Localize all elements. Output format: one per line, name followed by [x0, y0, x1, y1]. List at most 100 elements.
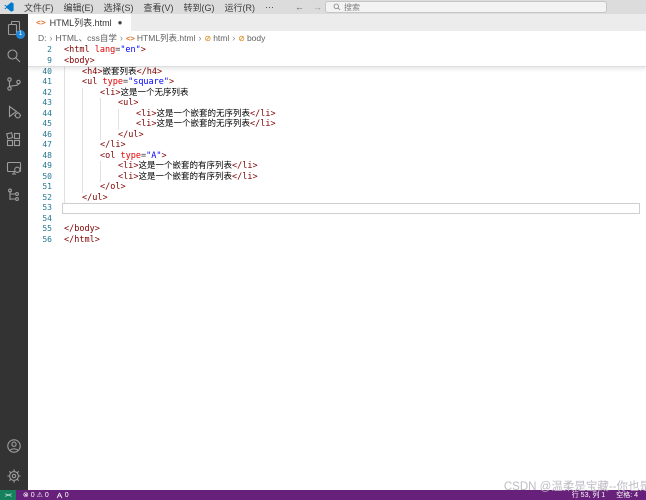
menu-item[interactable]: 转到(G): [179, 1, 220, 14]
breadcrumb-separator-icon: ›: [48, 33, 55, 43]
line-content[interactable]: [62, 203, 640, 214]
remote-indicator[interactable]: ><: [0, 490, 16, 500]
line-content[interactable]: </li>: [62, 140, 640, 151]
modified-dot-icon[interactable]: ●: [118, 18, 123, 27]
line-content[interactable]: <li>这是一个嵌套的有序列表</li>: [62, 161, 640, 172]
breadcrumb-item[interactable]: ⊘html: [203, 33, 230, 43]
code-line-53[interactable]: 53: [28, 203, 646, 214]
line-number[interactable]: 44: [28, 109, 62, 120]
line-content[interactable]: </ul>: [62, 130, 640, 141]
code-line-2[interactable]: 2<html lang="en">: [28, 45, 646, 56]
settings-button[interactable]: [0, 462, 28, 490]
line-content[interactable]: <li>这是一个嵌套的无序列表</li>: [62, 119, 640, 130]
back-arrow-icon[interactable]: ←: [295, 2, 304, 12]
forward-arrow-icon[interactable]: →: [313, 2, 322, 12]
line-content[interactable]: [62, 214, 640, 225]
vscode-logo-icon: [4, 2, 14, 12]
line-content[interactable]: </ul>: [62, 193, 640, 204]
code-token: >: [169, 77, 174, 87]
line-number[interactable]: 53: [28, 203, 62, 214]
line-content[interactable]: <h4>嵌套列表</h4>: [62, 67, 640, 78]
line-number[interactable]: 52: [28, 193, 62, 204]
line-number[interactable]: 46: [28, 130, 62, 141]
indent-guides: [64, 140, 100, 151]
line-number[interactable]: 49: [28, 161, 62, 172]
code-line-44[interactable]: 44<li>这是一个嵌套的无序列表</li>: [28, 109, 646, 120]
tab-html-list[interactable]: <> HTML列表.html ●: [28, 14, 131, 31]
line-content[interactable]: </body>: [62, 224, 640, 235]
line-content[interactable]: <li>这是一个无序列表: [62, 88, 640, 99]
line-content[interactable]: </ol>: [62, 182, 640, 193]
code-editor[interactable]: 40<h4>嵌套列表</h4>41<ul type="square">42<li…: [28, 66, 646, 245]
code-line-42[interactable]: 42<li>这是一个无序列表: [28, 88, 646, 99]
line-number[interactable]: 42: [28, 88, 62, 99]
menu-item[interactable]: 选择(S): [99, 1, 139, 14]
breadcrumb-item[interactable]: ⊘body: [237, 33, 266, 43]
ports-indicator[interactable]: 0: [56, 492, 69, 499]
line-content[interactable]: <li>这是一个嵌套的无序列表</li>: [62, 109, 640, 120]
status-item[interactable]: 行 53, 列 1: [572, 490, 605, 500]
line-number[interactable]: 43: [28, 98, 62, 109]
code-line-48[interactable]: 48<ol type="A">: [28, 151, 646, 162]
code-line-56[interactable]: 56</html>: [28, 235, 646, 246]
line-content[interactable]: <html lang="en">: [62, 45, 640, 56]
line-content[interactable]: <body>: [62, 56, 640, 67]
code-line-52[interactable]: 52</ul>: [28, 193, 646, 204]
line-number[interactable]: 45: [28, 119, 62, 130]
code-line-45[interactable]: 45<li>这是一个嵌套的无序列表</li>: [28, 119, 646, 130]
html-file-icon: <>: [36, 18, 46, 27]
menu-item[interactable]: 运行(R): [220, 1, 261, 14]
code-line-46[interactable]: 46</ul>: [28, 130, 646, 141]
menu-overflow-button[interactable]: ···: [260, 2, 279, 12]
menu-item[interactable]: 文件(F): [19, 1, 59, 14]
code-line-51[interactable]: 51</ol>: [28, 182, 646, 193]
sidebar-item-source-control[interactable]: [0, 70, 28, 98]
line-content[interactable]: <ol type="A">: [62, 151, 640, 162]
account-button[interactable]: [0, 432, 28, 460]
sidebar-item-explorer[interactable]: 1: [0, 14, 28, 42]
sidebar-item-remote-explorer[interactable]: [0, 154, 28, 182]
code-line-41[interactable]: 41<ul type="square">: [28, 77, 646, 88]
menu-item[interactable]: 查看(V): [139, 1, 179, 14]
code-token: "en": [120, 45, 140, 55]
line-content[interactable]: <ul>: [62, 98, 640, 109]
sidebar-item-outline[interactable]: [0, 182, 28, 210]
line-number[interactable]: 2: [28, 45, 62, 56]
breadcrumb-label: D:: [38, 33, 47, 43]
indent-guides: [64, 67, 82, 78]
code-line-9[interactable]: 9<body>: [28, 56, 646, 67]
breadcrumb-item[interactable]: D:: [37, 33, 48, 43]
line-content[interactable]: <li>这是一个嵌套的有序列表</li>: [62, 172, 640, 183]
code-token: "A": [146, 151, 161, 161]
line-content[interactable]: <ul type="square">: [62, 77, 640, 88]
sidebar-item-search[interactable]: [0, 42, 28, 70]
code-line-50[interactable]: 50<li>这是一个嵌套的有序列表</li>: [28, 172, 646, 183]
code-line-47[interactable]: 47</li>: [28, 140, 646, 151]
menu-item[interactable]: 编辑(E): [59, 1, 99, 14]
line-number[interactable]: 54: [28, 214, 62, 225]
line-number[interactable]: 50: [28, 172, 62, 183]
line-number[interactable]: 40: [28, 67, 62, 78]
line-content[interactable]: </html>: [62, 235, 640, 246]
status-item[interactable]: 空格: 4: [616, 490, 638, 500]
command-center-search[interactable]: 搜索: [325, 1, 607, 13]
code-line-54[interactable]: 54: [28, 214, 646, 225]
line-number[interactable]: 9: [28, 56, 62, 67]
code-line-49[interactable]: 49<li>这是一个嵌套的有序列表</li>: [28, 161, 646, 172]
breadcrumb-separator-icon: ›: [196, 33, 203, 43]
code-line-43[interactable]: 43<ul>: [28, 98, 646, 109]
line-number[interactable]: 48: [28, 151, 62, 162]
problems-indicator[interactable]: ⊗ 0 ⚠ 0: [23, 491, 49, 499]
line-number[interactable]: 56: [28, 235, 62, 246]
code-line-40[interactable]: 40<h4>嵌套列表</h4>: [28, 67, 646, 78]
line-number[interactable]: 47: [28, 140, 62, 151]
code-line-55[interactable]: 55</body>: [28, 224, 646, 235]
line-number[interactable]: 55: [28, 224, 62, 235]
line-number[interactable]: 51: [28, 182, 62, 193]
line-number[interactable]: 41: [28, 77, 62, 88]
breadcrumb-item[interactable]: HTML、css自学: [55, 32, 118, 44]
breadcrumb-item[interactable]: <>HTML列表.html: [125, 32, 197, 44]
sidebar-item-run-debug[interactable]: [0, 98, 28, 126]
sidebar-item-extensions[interactable]: [0, 126, 28, 154]
code-token: <html: [64, 45, 90, 55]
